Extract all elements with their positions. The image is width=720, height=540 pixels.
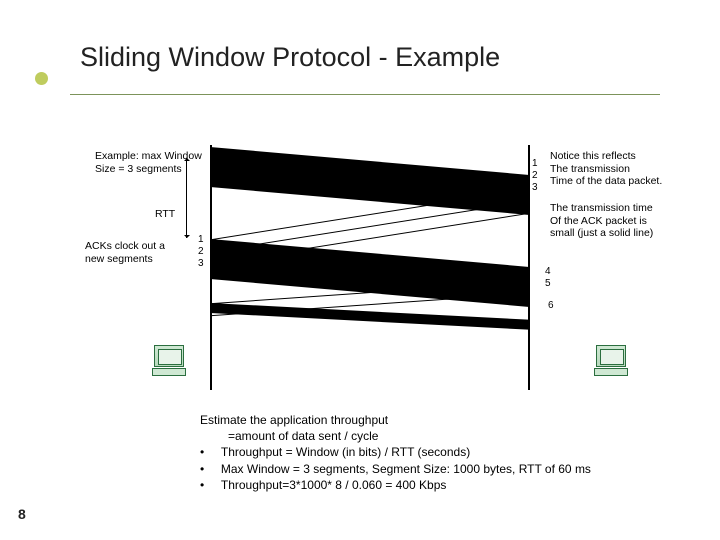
bullet-text: Throughput = Window (in bits) / RTT (sec… <box>221 445 470 459</box>
seq-right-2: 2 <box>532 170 538 182</box>
bullet-text: Throughput=3*1000* 8 / 0.060 = 400 Kbps <box>221 478 447 492</box>
seq-right-6: 6 <box>548 300 554 312</box>
rtt-label: RTT <box>155 208 175 221</box>
decorative-bullet <box>35 72 48 85</box>
receiver-timeline <box>528 145 530 390</box>
estimate-text: Estimate the application throughput =amo… <box>200 412 660 493</box>
receiver-computer-icon <box>592 345 630 376</box>
rtt-arrow <box>186 158 187 238</box>
estimate-bullet: • Throughput=3*1000* 8 / 0.060 = 400 Kbp… <box>200 477 660 493</box>
timing-diagram <box>210 145 530 390</box>
estimate-line: =amount of data sent / cycle <box>200 428 660 444</box>
seq-right-4: 4 <box>545 266 551 278</box>
estimate-bullet: • Max Window = 3 segments, Segment Size:… <box>200 461 660 477</box>
slide-number: 8 <box>18 506 26 522</box>
notice-bottom: The transmission time Of the ACK packet … <box>550 202 700 240</box>
seq-right-5: 5 <box>545 278 551 290</box>
seq-left-1: 1 <box>198 234 204 246</box>
ack-clock-label: ACKs clock out a new segments <box>85 240 185 265</box>
example-label: Example: max Window Size = 3 segments <box>95 150 205 175</box>
bullet-text: Max Window = 3 segments, Segment Size: 1… <box>221 462 591 476</box>
seq-right-3: 3 <box>532 182 538 194</box>
title-underline <box>70 94 660 95</box>
slide-title: Sliding Window Protocol - Example <box>80 42 500 73</box>
estimate-line: Estimate the application throughput <box>200 412 660 428</box>
seq-left-3: 3 <box>198 258 204 270</box>
notice-top: Notice this reflects The transmission Ti… <box>550 150 700 188</box>
estimate-bullet: • Throughput = Window (in bits) / RTT (s… <box>200 444 660 460</box>
seq-left-2: 2 <box>198 246 204 258</box>
data-segment <box>210 303 528 330</box>
sender-computer-icon <box>150 345 188 376</box>
seq-right-1: 1 <box>532 158 538 170</box>
